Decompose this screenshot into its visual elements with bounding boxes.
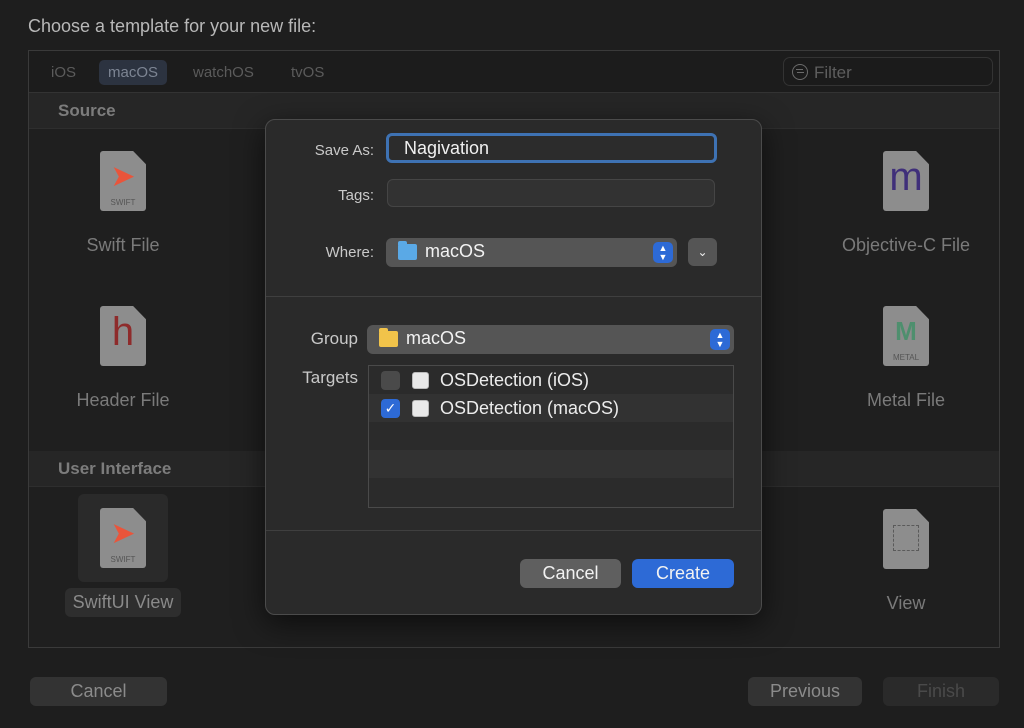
target-app-icon	[412, 372, 429, 389]
chooser-title: Choose a template for your new file:	[28, 16, 317, 36]
filter-field[interactable]: Filter	[783, 57, 993, 86]
save-as-label: Save As:	[314, 142, 374, 159]
chooser-previous-button[interactable]: Previous	[748, 677, 862, 706]
expand-chevron-button[interactable]: ⌄	[688, 238, 717, 266]
save-as-field[interactable]: Nagivation	[386, 133, 717, 163]
targets-label: Targets	[302, 368, 358, 387]
section-title: User Interface	[58, 459, 172, 478]
folder-icon	[398, 241, 417, 260]
template-name: Header File	[76, 390, 170, 410]
group-value: macOS	[406, 328, 467, 348]
metal-file-icon: M METAL	[883, 306, 929, 366]
targets-list: OSDetection (iOS) ✓ OSDetection (macOS)	[368, 365, 734, 508]
template-metal-file[interactable]: M METAL Metal File	[826, 306, 986, 411]
create-button[interactable]: Create	[632, 559, 734, 588]
target-row-ios[interactable]: OSDetection (iOS)	[369, 366, 733, 394]
target-name: OSDetection (macOS)	[440, 398, 620, 418]
cancel-button[interactable]: Cancel	[520, 559, 621, 588]
section-title: Source	[58, 101, 116, 120]
group-label: Group	[310, 329, 358, 348]
target-checkbox[interactable]: ✓	[381, 399, 400, 418]
target-row-macos[interactable]: ✓ OSDetection (macOS)	[369, 394, 733, 422]
header-file-icon: h	[100, 306, 146, 366]
divider	[266, 530, 761, 531]
objc-file-icon: m	[883, 151, 929, 211]
tab-tvos[interactable]: tvOS	[282, 60, 333, 85]
tab-ios[interactable]: iOS	[42, 60, 85, 85]
platform-tab-bar: iOS macOS watchOS tvOS Filter	[29, 51, 999, 93]
target-row-empty	[369, 422, 733, 450]
swift-file-icon: ➤ SWIFT	[100, 151, 146, 211]
tags-field[interactable]	[387, 179, 715, 207]
tab-watchos[interactable]: watchOS	[184, 60, 263, 85]
chevron-down-icon: ⌄	[697, 245, 708, 259]
popup-stepper-icon: ▲ ▼	[653, 242, 673, 263]
tab-macos[interactable]: macOS	[99, 60, 168, 85]
group-popup[interactable]: macOS ▲ ▼	[367, 325, 734, 354]
target-checkbox[interactable]	[381, 371, 400, 390]
popup-stepper-icon: ▲ ▼	[710, 329, 730, 350]
where-popup[interactable]: macOS ▲ ▼	[386, 238, 677, 267]
where-label: Where:	[325, 244, 374, 261]
template-name: Metal File	[866, 390, 946, 410]
template-name: View	[886, 593, 926, 613]
chooser-finish-button[interactable]: Finish	[883, 677, 999, 706]
chooser-cancel-button[interactable]: Cancel	[30, 677, 167, 706]
divider	[266, 296, 761, 297]
filter-placeholder: Filter	[814, 63, 852, 82]
template-view[interactable]: View	[826, 509, 986, 614]
template-name: Objective-C File	[841, 235, 971, 255]
template-swiftui-view[interactable]: ➤ SWIFT SwiftUI View	[43, 494, 203, 617]
target-name: OSDetection (iOS)	[440, 370, 590, 390]
template-name: SwiftUI View	[64, 588, 182, 617]
template-swift-file[interactable]: ➤ SWIFT Swift File	[43, 151, 203, 256]
save-sheet: Save As: Nagivation Tags: Where: macOS ▲…	[265, 119, 762, 615]
swiftui-file-icon: ➤ SWIFT	[100, 508, 146, 568]
target-row-empty	[369, 450, 733, 478]
template-objc-file[interactable]: m Objective-C File	[826, 151, 986, 256]
template-header-file[interactable]: h Header File	[43, 306, 203, 411]
tags-label: Tags:	[338, 187, 374, 204]
view-file-icon	[883, 509, 929, 569]
where-value: macOS	[425, 241, 486, 261]
filter-icon	[792, 64, 808, 80]
template-name: Swift File	[86, 235, 160, 255]
folder-icon	[379, 328, 398, 347]
target-app-icon	[412, 400, 429, 417]
